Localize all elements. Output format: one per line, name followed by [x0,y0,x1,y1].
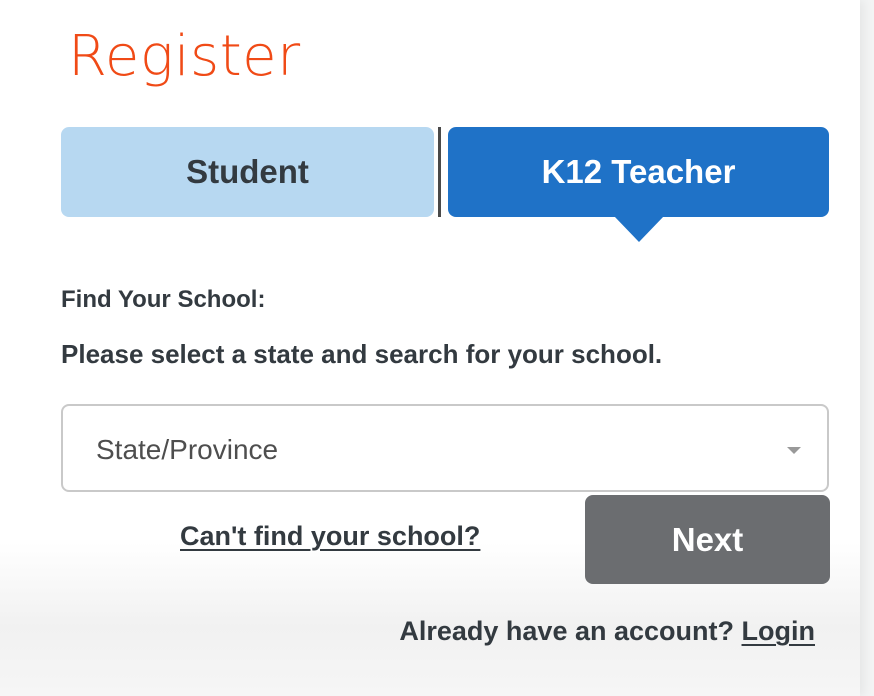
tab-k12-teacher[interactable]: K12 Teacher [448,127,829,217]
find-school-label: Find Your School: [61,286,266,313]
instructions-text: Please select a state and search for you… [61,339,663,369]
tab-k12-teacher-label: K12 Teacher [541,153,736,190]
account-prompt-text: Already have an account? [399,616,734,646]
tab-student[interactable]: Student [61,127,434,217]
account-prompt-line: Already have an account? Login [399,616,815,647]
caret-down-icon [787,447,801,454]
pointer-arrow-icon [614,216,664,242]
state-select-value: State/Province [96,434,279,465]
register-panel: Register Student K12 Teacher Find Your S… [0,0,860,696]
page-title: Register [68,24,301,89]
state-province-select[interactable]: State/Province [61,404,829,492]
tab-divider [438,127,441,217]
cant-find-school-link[interactable]: Can't find your school? [180,521,480,552]
next-button[interactable]: Next [585,495,830,584]
next-button-label: Next [671,520,744,558]
login-link[interactable]: Login [742,616,815,646]
tab-student-label: Student [186,153,309,190]
